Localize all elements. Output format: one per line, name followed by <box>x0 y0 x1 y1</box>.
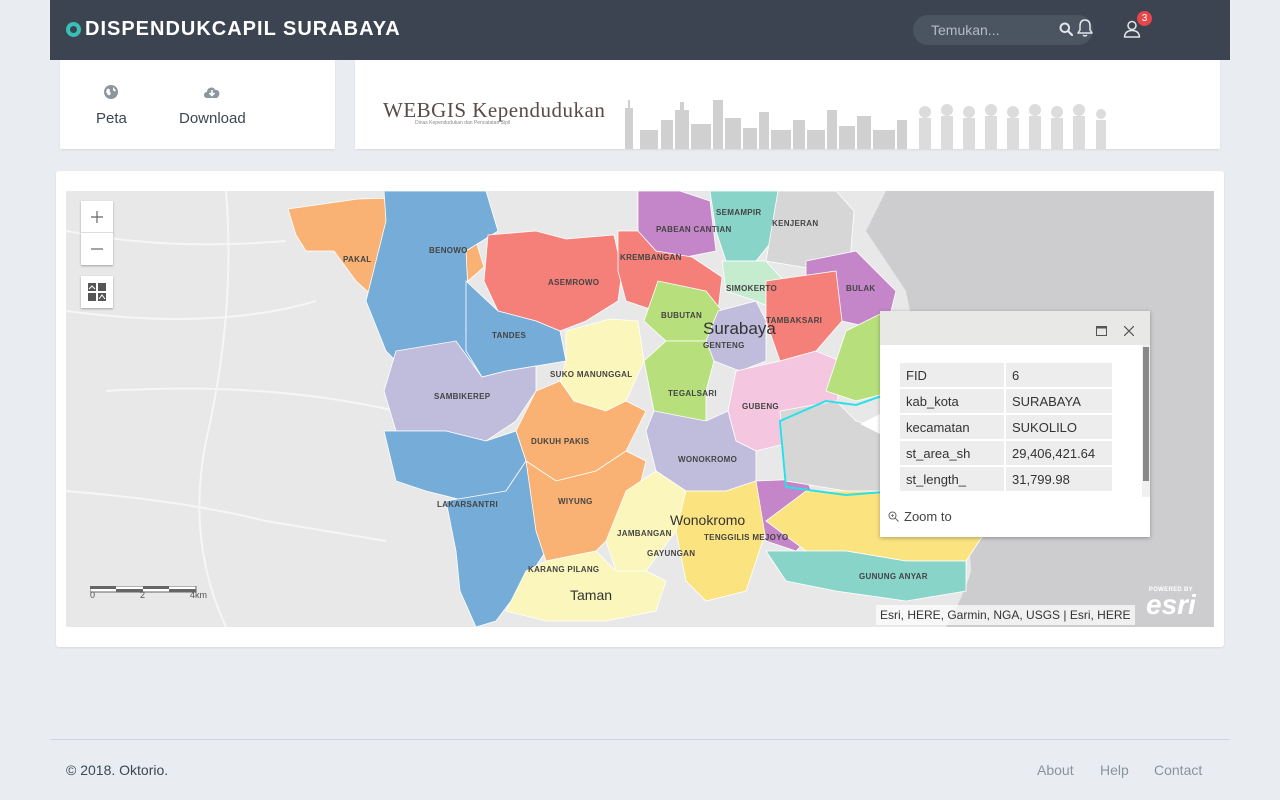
attribute-table: FID 6 kab_kota SURABAYA kecamatan SUKOLILO … <box>900 361 1112 493</box>
globe-icon <box>96 84 127 104</box>
district-label: GUBENG <box>742 402 779 411</box>
district-label: GENTENG <box>703 341 745 350</box>
esri-logo: POWERED BY esri <box>1146 587 1196 620</box>
district-label: SAMBIKEREP <box>434 392 491 401</box>
nav-item-download[interactable]: Download <box>179 84 246 127</box>
zoom-in-button[interactable] <box>81 201 113 233</box>
footer-link-about[interactable]: About <box>1037 762 1074 778</box>
search-input[interactable] <box>931 21 1051 39</box>
district-label: TEGALSARI <box>668 389 717 398</box>
brand-title: DISPENDUKCAPIL SURABAYA <box>85 18 401 40</box>
district-label: BUBUTAN <box>661 311 703 320</box>
district-label: KARANG PILANG <box>528 565 600 574</box>
maximize-icon[interactable] <box>1096 323 1107 341</box>
district-label: WIYUNG <box>558 497 593 506</box>
district-label: ASEMROWO <box>548 278 600 287</box>
district-label: SUKO MANUNGGAL <box>550 370 633 379</box>
basemap-gallery-icon <box>88 283 106 301</box>
place-label-surabaya: Surabaya <box>703 319 776 338</box>
scale-label: 0 <box>90 590 96 600</box>
table-row: kab_kota SURABAYA <box>900 389 1112 413</box>
district-label: BENOWO <box>429 246 468 255</box>
popup-scrollbar[interactable] <box>1142 345 1150 497</box>
scale-label: 4km <box>190 590 208 600</box>
bell-icon[interactable] <box>1076 18 1094 43</box>
table-row: FID 6 <box>900 363 1112 387</box>
close-icon[interactable] <box>1123 323 1135 341</box>
search-icon[interactable] <box>1059 22 1074 41</box>
district-label: KREMBANGAN <box>620 253 682 262</box>
table-row: kecamatan SUKOLILO <box>900 415 1112 439</box>
place-label-wonokromo: Wonokromo <box>670 512 746 528</box>
footer-copyright: © 2018. Oktorio. <box>66 762 169 778</box>
brand[interactable]: DISPENDUKCAPIL SURABAYA <box>66 18 401 41</box>
basemap-gallery-control <box>81 276 113 308</box>
table-row: st_area_sh 29,406,421.64 <box>900 441 1112 465</box>
district-label: SEMAMPIR <box>716 208 762 217</box>
district-label: WONOKROMO <box>678 455 738 464</box>
city-skyline-image <box>625 100 1106 149</box>
district-label: SIMOKERTO <box>726 284 778 293</box>
district-label: DUKUH PAKIS <box>531 437 590 446</box>
district-label: TANDES <box>492 331 527 340</box>
zoom-magnifier-icon <box>888 511 899 522</box>
banner-card: WEBGIS Kependudukan Dinas Kependudukan d… <box>355 60 1220 149</box>
district-label: GAYUNGAN <box>647 549 696 558</box>
zoom-out-button[interactable] <box>81 233 113 265</box>
district-label: GUNUNG ANYAR <box>859 572 928 581</box>
banner-subtitle: Dinas Kependudukan dan Pencatatan Sipil <box>415 120 511 126</box>
feature-popup: FID 6 kab_kota SURABAYA kecamatan SUKOLILO … <box>880 311 1150 537</box>
top-navbar: DISPENDUKCAPIL SURABAYA <box>50 0 1230 60</box>
scale-label: 2 <box>140 590 146 600</box>
table-row: st_length_ 31,799.98 <box>900 467 1112 491</box>
place-label-taman: Taman <box>570 587 613 603</box>
popup-header <box>880 311 1150 345</box>
nav-item-peta[interactable]: Peta <box>96 84 127 127</box>
zoom-to-link[interactable]: Zoom to <box>888 509 952 524</box>
user-icon[interactable] <box>1122 19 1142 44</box>
zoom-to-label: Zoom to <box>904 509 952 524</box>
district-label: TENGGILIS MEJOYO <box>704 533 789 542</box>
cloud-download-icon <box>179 84 246 104</box>
footer-link-contact[interactable]: Contact <box>1154 762 1202 778</box>
map-attribution[interactable]: Esri, HERE, Garmin, NGA, USGS | Esri, HE… <box>876 605 1135 625</box>
footer-divider <box>50 739 1230 740</box>
district-label: BULAK <box>846 284 876 293</box>
nav-label-peta: Peta <box>96 110 127 127</box>
nav-label-download: Download <box>179 110 246 127</box>
brand-logo-icon <box>66 22 81 37</box>
search-box <box>913 15 1093 45</box>
minus-icon <box>91 248 103 250</box>
plus-icon <box>91 210 103 223</box>
zoom-control <box>81 201 113 265</box>
popup-pointer <box>860 414 880 434</box>
district-label: PABEAN CANTIAN <box>656 225 732 234</box>
district-label: LAKARSANTRI <box>437 500 499 509</box>
district-label: JAMBANGAN <box>617 529 672 538</box>
footer-link-help[interactable]: Help <box>1100 762 1129 778</box>
nav-card: Peta Download <box>60 60 335 149</box>
district-label: KENJERAN <box>772 219 819 228</box>
scale-bar: 0 2 4km <box>89 581 207 600</box>
basemap-toggle-button[interactable] <box>81 276 113 308</box>
district-label: PAKAL <box>343 255 372 264</box>
